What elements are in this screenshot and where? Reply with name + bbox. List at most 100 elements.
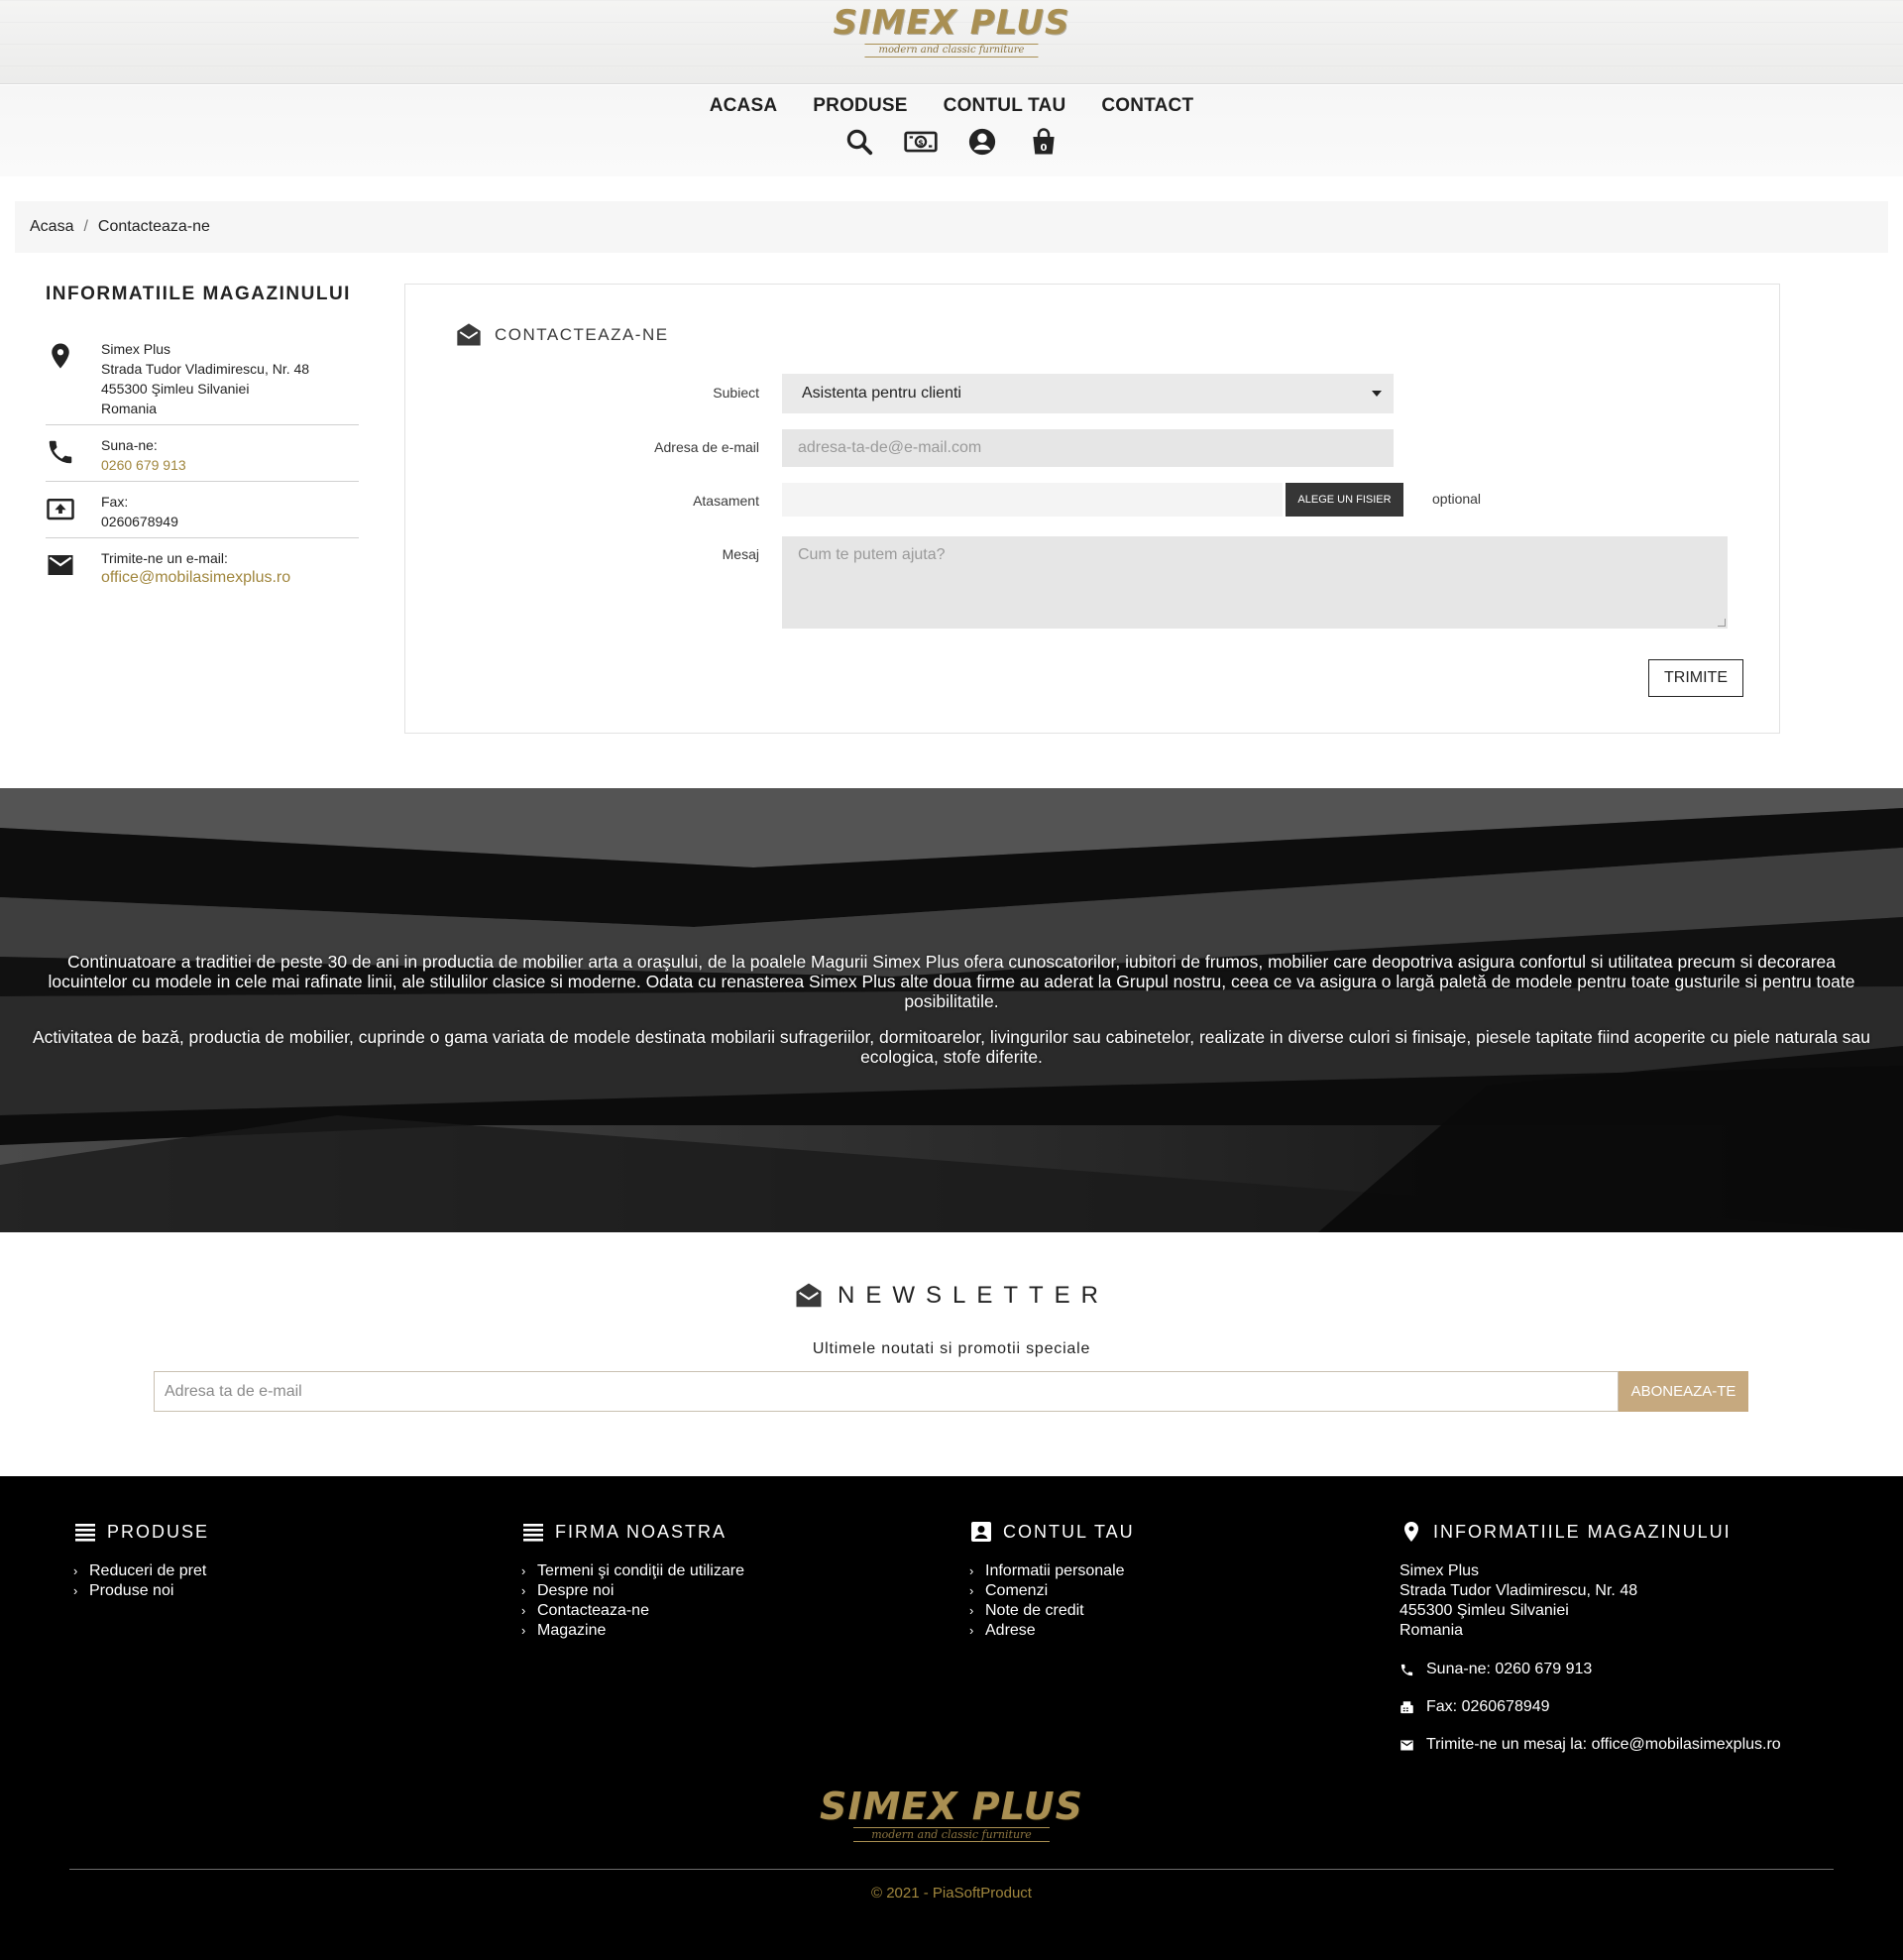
footer-store-name: Simex Plus bbox=[1399, 1562, 1480, 1579]
footer-info-title: INFORMATIILE MAGAZINULUI bbox=[1433, 1521, 1732, 1542]
subject-select[interactable]: Asistenta pentru clienti bbox=[782, 374, 1394, 413]
svg-text:$: $ bbox=[918, 138, 924, 147]
footer-cont-title: CONTUL TAU bbox=[1003, 1521, 1135, 1542]
nav-item-contact[interactable]: CONTACT bbox=[1101, 95, 1193, 117]
currency-icon[interactable]: $ bbox=[904, 127, 938, 157]
attachment-file-field[interactable] bbox=[782, 483, 1283, 517]
footer-store-city: 455300 Şimleu Silvaniei bbox=[1399, 1602, 1569, 1619]
store-name: Simex Plus bbox=[101, 341, 171, 357]
message-label: Mesaj bbox=[722, 546, 759, 562]
breadcrumb-separator: / bbox=[83, 218, 88, 235]
about-paragraph-2: Activitatea de bază, productia de mobili… bbox=[32, 1027, 1871, 1067]
header-logo[interactable]: SIMEX PLUS modern and classic furniture bbox=[833, 6, 1069, 58]
contact-form-card: CONTACTEAZA-NE Subiect Asistenta pentru … bbox=[404, 284, 1780, 734]
about-banner: Continuatoare a traditiei de peste 30 de… bbox=[0, 788, 1903, 1232]
footer-store-country: Romania bbox=[1399, 1622, 1464, 1639]
logo-text: SIMEX PLUS bbox=[833, 3, 1070, 43]
footer-col-info: INFORMATIILE MAGAZINULUI Simex Plus Stra… bbox=[1399, 1520, 1781, 1754]
store-country: Romania bbox=[101, 401, 158, 416]
phone-icon bbox=[46, 435, 101, 475]
chevron-right-icon: › bbox=[521, 1603, 526, 1618]
store-city: 455300 Şimleu Silvaniei bbox=[101, 381, 250, 397]
fax-icon bbox=[46, 492, 101, 531]
chevron-right-icon: › bbox=[969, 1583, 974, 1598]
footer-col-cont: CONTUL TAU › Informatii personale › Comenz… bbox=[969, 1520, 1135, 1641]
footer-link[interactable]: › Comenzi bbox=[969, 1581, 1135, 1601]
location-pin-icon bbox=[46, 339, 101, 418]
subscribe-button[interactable]: ABONEAZA-TE bbox=[1619, 1371, 1748, 1412]
chevron-right-icon: › bbox=[521, 1563, 526, 1578]
newsletter-subtitle: Ultimele noutati si promotii speciale bbox=[812, 1340, 1091, 1357]
subject-select-value: Asistenta pentru clienti bbox=[802, 385, 961, 402]
svg-text:0: 0 bbox=[1041, 143, 1048, 154]
footer-link[interactable]: › Informatii personale bbox=[969, 1561, 1135, 1581]
nav-icons: $ 0 bbox=[0, 127, 1903, 157]
caret-down-icon bbox=[1372, 391, 1382, 397]
chevron-right-icon: › bbox=[73, 1563, 78, 1578]
footer-phone[interactable]: Suna-ne: 0260 679 913 bbox=[1399, 1661, 1781, 1678]
chevron-right-icon: › bbox=[521, 1623, 526, 1638]
fax-icon bbox=[1400, 1700, 1413, 1713]
footer: PRODUSE › Reduceri de pret › Produse noi F… bbox=[0, 1476, 1903, 1960]
footer-link[interactable]: › Adrese bbox=[969, 1621, 1135, 1641]
fax-number: 0260678949 bbox=[101, 514, 178, 529]
message-textarea[interactable]: Cum te putem ajuta? bbox=[782, 536, 1728, 629]
footer-logo[interactable]: SIMEX PLUS modern and classic furniture bbox=[820, 1787, 1083, 1843]
footer-divider bbox=[69, 1869, 1834, 1870]
nav-item-produse[interactable]: PRODUSE bbox=[813, 95, 907, 117]
logo-text: SIMEX PLUS bbox=[819, 1785, 1084, 1828]
footer-link[interactable]: › Despre noi bbox=[521, 1581, 744, 1601]
resize-grip-icon[interactable] bbox=[1718, 619, 1726, 627]
store-fax-block: Fax: 0260678949 bbox=[46, 482, 359, 538]
phone-number[interactable]: 0260 679 913 bbox=[101, 455, 186, 475]
optional-note: optional bbox=[1432, 491, 1482, 507]
footer-link[interactable]: › Termeni şi condiţii de utilizare bbox=[521, 1561, 744, 1581]
main-nav: ACASA PRODUSE CONTUL TAU CONTACT bbox=[0, 95, 1903, 117]
store-address-block: Simex Plus Strada Tudor Vladimirescu, Nr… bbox=[46, 329, 359, 425]
footer-fax: Fax: 0260678949 bbox=[1399, 1698, 1781, 1716]
location-pin-icon bbox=[1404, 1522, 1418, 1542]
email-link[interactable]: office@mobilasimexplus.ro bbox=[101, 568, 290, 588]
store-info-panel: INFORMATIILE MAGAZINULUI Simex Plus Stra… bbox=[46, 284, 359, 594]
logo-tagline: modern and classic furniture bbox=[864, 44, 1039, 58]
cart-icon[interactable]: 0 bbox=[1027, 127, 1061, 157]
copyright: © 2021 - PiaSoftProduct bbox=[871, 1885, 1032, 1902]
account-icon[interactable] bbox=[965, 127, 999, 157]
envelope-icon bbox=[1400, 1740, 1413, 1750]
search-icon[interactable] bbox=[842, 127, 876, 157]
nav-item-acasa[interactable]: ACASA bbox=[710, 95, 778, 117]
list-icon bbox=[523, 1524, 543, 1542]
message-placeholder: Cum te putem ajuta? bbox=[798, 546, 946, 563]
footer-email[interactable]: Trimite-ne un mesaj la: office@mobilasim… bbox=[1399, 1736, 1781, 1754]
email-field[interactable]: adresa-ta-de@e-mail.com bbox=[782, 429, 1394, 467]
store-phone-block: Suna-ne: 0260 679 913 bbox=[46, 425, 359, 482]
contact-form-title: CONTACTEAZA-NE bbox=[495, 325, 669, 344]
footer-link[interactable]: › Note de credit bbox=[969, 1601, 1135, 1621]
footer-link[interactable]: › Produse noi bbox=[73, 1581, 209, 1601]
account-box-icon bbox=[971, 1522, 991, 1542]
email-label: Trimite-ne un e-mail: bbox=[101, 550, 228, 566]
send-button[interactable]: TRIMITE bbox=[1648, 659, 1743, 697]
about-paragraph-1: Continuatoare a traditiei de peste 30 de… bbox=[48, 952, 1855, 1011]
contact-form-header: CONTACTEAZA-NE bbox=[455, 321, 669, 349]
footer-store-street: Strada Tudor Vladimirescu, Nr. 48 bbox=[1399, 1582, 1638, 1599]
choose-file-button[interactable]: ALEGE UN FISIER bbox=[1286, 483, 1403, 517]
store-email-block: Trimite-ne un e-mail: office@mobilasimex… bbox=[46, 538, 359, 594]
footer-link[interactable]: › Reduceri de pret bbox=[73, 1561, 209, 1581]
nav-item-contul-tau[interactable]: CONTUL TAU bbox=[944, 95, 1066, 117]
newsletter-title: NEWSLETTER bbox=[837, 1282, 1109, 1309]
breadcrumb-home[interactable]: Acasa bbox=[30, 218, 73, 236]
store-street: Strada Tudor Vladimirescu, Nr. 48 bbox=[101, 361, 310, 377]
footer-link[interactable]: › Magazine bbox=[521, 1621, 744, 1641]
footer-link[interactable]: › Contacteaza-ne bbox=[521, 1601, 744, 1621]
phone-icon bbox=[1400, 1664, 1413, 1675]
chevron-right-icon: › bbox=[73, 1583, 78, 1598]
subject-label: Subiect bbox=[713, 385, 759, 401]
newsletter-email-input[interactable]: Adresa ta de e-mail bbox=[154, 1371, 1619, 1412]
open-envelope-icon bbox=[796, 1283, 822, 1308]
chevron-right-icon: › bbox=[969, 1603, 974, 1618]
chevron-right-icon: › bbox=[969, 1563, 974, 1578]
email-label-field: Adresa de e-mail bbox=[654, 439, 759, 455]
breadcrumb-current[interactable]: Contacteaza-ne bbox=[98, 218, 210, 236]
fax-label: Fax: bbox=[101, 494, 129, 510]
